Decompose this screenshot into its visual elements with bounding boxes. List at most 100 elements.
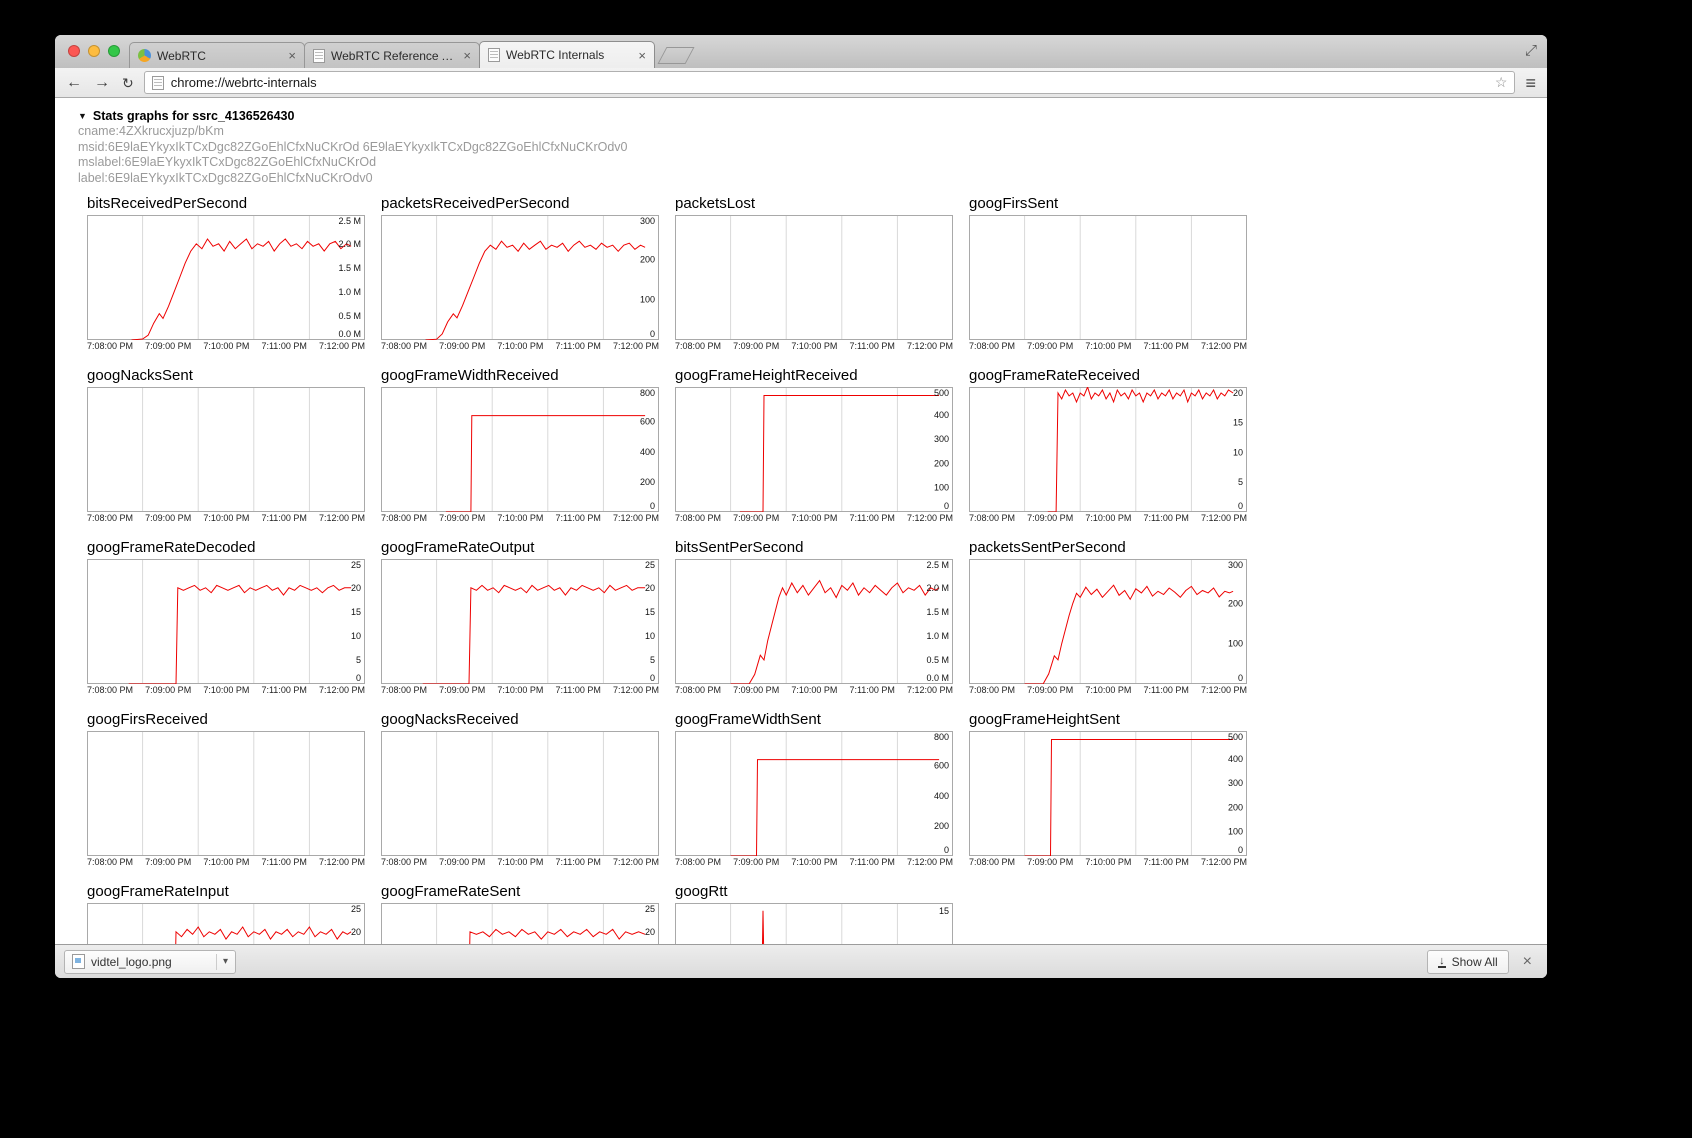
stats-chart: googRtt 151050 7:08:00 PM7:09:00 PM7:10:…	[675, 883, 953, 944]
tab-close-icon[interactable]: ×	[638, 49, 646, 62]
x-tick-label: 7:08:00 PM	[969, 513, 1015, 523]
x-tick-label: 7:08:00 PM	[675, 341, 721, 351]
reload-button[interactable]: ↻	[120, 75, 136, 91]
svg-text:20: 20	[645, 583, 655, 593]
x-tick-label: 7:09:00 PM	[439, 513, 485, 523]
x-tick-label: 7:08:00 PM	[381, 341, 427, 351]
svg-text:500: 500	[1228, 732, 1243, 742]
tab-webrtc[interactable]: WebRTC ×	[129, 42, 305, 68]
chart-plot: 151050	[675, 903, 953, 944]
fullscreen-icon[interactable]: ⤢	[1525, 42, 1537, 59]
stats-chart: packetsLost 7:08:00 PM7:09:00 PM7:10:00 …	[675, 195, 953, 351]
chart-x-labels: 7:08:00 PM7:09:00 PM7:10:00 PM7:11:00 PM…	[87, 857, 365, 867]
window-minimize-button[interactable]	[88, 45, 100, 57]
svg-text:400: 400	[640, 447, 655, 457]
svg-text:2.0 M: 2.0 M	[338, 239, 361, 249]
stats-chart: packetsSentPerSecond 3002001000 7:08:00 …	[969, 539, 1247, 695]
tab-webrtc-internals[interactable]: WebRTC Internals ×	[479, 41, 655, 68]
x-tick-label: 7:12:00 PM	[319, 857, 365, 867]
chart-x-labels: 7:08:00 PM7:09:00 PM7:10:00 PM7:11:00 PM…	[969, 857, 1247, 867]
chart-plot: 5004003002001000	[969, 731, 1247, 856]
stats-mslabel: mslabel:6E9laEYkyxIkTCxDgc82ZGoEhlCfxNuC…	[78, 155, 1547, 170]
chart-x-labels: 7:08:00 PM7:09:00 PM7:10:00 PM7:11:00 PM…	[969, 685, 1247, 695]
svg-text:200: 200	[1228, 803, 1243, 813]
svg-text:0: 0	[650, 673, 655, 683]
chart-title: packetsLost	[675, 195, 953, 212]
svg-text:200: 200	[934, 459, 949, 469]
downloads-close-icon[interactable]: ×	[1523, 954, 1532, 970]
stats-chart: googFrameRateOutput 2520151050 7:08:00 P…	[381, 539, 659, 695]
window-close-button[interactable]	[68, 45, 80, 57]
new-tab-button[interactable]	[657, 47, 694, 64]
chart-plot: 3002001000	[969, 559, 1247, 684]
show-all-label: Show All	[1452, 955, 1498, 969]
svg-text:10: 10	[1233, 448, 1243, 458]
chart-title: googFrameWidthReceived	[381, 367, 659, 384]
x-tick-label: 7:11:00 PM	[849, 341, 894, 351]
stats-chart: googFrameHeightReceived 5004003002001000…	[675, 367, 953, 523]
x-tick-label: 7:12:00 PM	[319, 685, 365, 695]
chart-plot	[87, 387, 365, 512]
chart-title: googNacksReceived	[381, 711, 659, 728]
svg-text:15: 15	[645, 607, 655, 617]
stats-msid: msid:6E9laEYkyxIkTCxDgc82ZGoEhlCfxNuCKrO…	[78, 140, 1547, 155]
tab-webrtc-reference-app[interactable]: WebRTC Reference App ×	[304, 42, 480, 68]
x-tick-label: 7:11:00 PM	[1143, 341, 1188, 351]
x-tick-label: 7:09:00 PM	[733, 513, 779, 523]
svg-text:0.5 M: 0.5 M	[338, 311, 361, 321]
x-tick-label: 7:08:00 PM	[87, 513, 133, 523]
tab-close-icon[interactable]: ×	[463, 49, 471, 62]
x-tick-label: 7:10:00 PM	[497, 857, 543, 867]
chevron-down-icon[interactable]: ▾	[223, 956, 228, 967]
svg-text:20: 20	[1233, 388, 1243, 398]
svg-text:0.5 M: 0.5 M	[926, 655, 949, 665]
chart-title: googRtt	[675, 883, 953, 900]
svg-text:0: 0	[650, 501, 655, 511]
svg-text:20: 20	[351, 583, 361, 593]
chart-title: googFrameRateInput	[87, 883, 365, 900]
chart-title: googNacksSent	[87, 367, 365, 384]
bookmark-star-icon[interactable]: ☆	[1495, 74, 1508, 91]
chart-plot: 8006004002000	[675, 731, 953, 856]
forward-button[interactable]: →	[92, 75, 112, 91]
svg-text:0.0 M: 0.0 M	[926, 673, 949, 683]
omnibox[interactable]: chrome://webrtc-internals ☆	[144, 71, 1516, 94]
stats-chart: googFrameRateSent 2520151050 7:08:00 PM7…	[381, 883, 659, 944]
chart-plot: 2.5 M2.0 M1.5 M1.0 M0.5 M0.0 M	[675, 559, 953, 684]
x-tick-label: 7:12:00 PM	[907, 685, 953, 695]
page-icon	[152, 76, 164, 90]
svg-text:0: 0	[650, 329, 655, 339]
x-tick-label: 7:09:00 PM	[733, 857, 779, 867]
collapse-arrow-icon[interactable]: ▼	[78, 111, 87, 121]
chart-title: googFrameRateDecoded	[87, 539, 365, 556]
chart-title: googFrameRateOutput	[381, 539, 659, 556]
svg-text:0: 0	[356, 673, 361, 683]
chart-x-labels: 7:08:00 PM7:09:00 PM7:10:00 PM7:11:00 PM…	[675, 341, 953, 351]
x-tick-label: 7:11:00 PM	[1143, 857, 1188, 867]
traffic-lights	[68, 45, 120, 57]
svg-text:10: 10	[645, 631, 655, 641]
window-zoom-button[interactable]	[108, 45, 120, 57]
back-button[interactable]: ←	[64, 75, 84, 91]
chart-x-labels: 7:08:00 PM7:09:00 PM7:10:00 PM7:11:00 PM…	[969, 341, 1247, 351]
chart-title: googFrameRateSent	[381, 883, 659, 900]
x-tick-label: 7:09:00 PM	[733, 685, 779, 695]
chart-title: packetsSentPerSecond	[969, 539, 1247, 556]
download-arrow-icon: ↓	[1438, 956, 1446, 968]
x-tick-label: 7:12:00 PM	[907, 513, 953, 523]
chrome-menu-icon[interactable]: ≡	[1523, 74, 1538, 92]
x-tick-label: 7:11:00 PM	[1143, 513, 1188, 523]
stats-chart: bitsReceivedPerSecond 2.5 M2.0 M1.5 M1.0…	[87, 195, 365, 351]
svg-text:400: 400	[934, 410, 949, 420]
svg-text:5: 5	[1238, 477, 1243, 487]
downloads-bar: vidtel_logo.png ▾ ↓ Show All ×	[55, 944, 1547, 978]
x-tick-label: 7:10:00 PM	[1085, 341, 1131, 351]
tab-close-icon[interactable]: ×	[288, 49, 296, 62]
svg-text:5: 5	[650, 655, 655, 665]
download-item[interactable]: vidtel_logo.png ▾	[64, 950, 236, 974]
stats-chart: googFrameRateDecoded 2520151050 7:08:00 …	[87, 539, 365, 695]
x-tick-label: 7:08:00 PM	[87, 685, 133, 695]
show-all-button[interactable]: ↓ Show All	[1427, 950, 1509, 974]
x-tick-label: 7:11:00 PM	[261, 341, 306, 351]
x-tick-label: 7:12:00 PM	[613, 513, 659, 523]
